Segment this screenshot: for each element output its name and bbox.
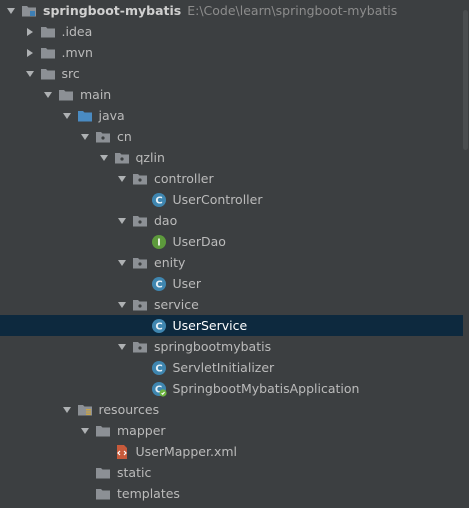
tree-item-dao[interactable]: dao xyxy=(0,210,469,231)
expand-down-arrow-icon[interactable] xyxy=(23,63,37,84)
tree-item-servletinitializer[interactable]: C ServletInitializer xyxy=(0,357,469,378)
tree-item-label: main xyxy=(80,87,112,102)
class-icon: C xyxy=(151,192,167,208)
tree-item-templates[interactable]: templates xyxy=(0,483,469,504)
tree-item-label: qzlin xyxy=(135,150,165,165)
tree-item-mapper[interactable]: mapper xyxy=(0,420,469,441)
expand-down-arrow-icon[interactable] xyxy=(78,420,92,441)
tree-item-label: controller xyxy=(154,171,214,186)
interface-icon: I xyxy=(151,234,167,250)
package-icon xyxy=(132,297,148,313)
tree-item-label: UserController xyxy=(172,192,263,207)
expand-down-arrow-icon[interactable] xyxy=(60,399,74,420)
tree-item-usercontroller[interactable]: C UserController xyxy=(0,189,469,210)
tree-item-user[interactable]: C User xyxy=(0,273,469,294)
tree-item-label: static xyxy=(117,465,152,480)
spring-boot-class-icon: C xyxy=(151,381,167,397)
expand-down-arrow-icon[interactable] xyxy=(41,84,55,105)
expand-down-arrow-icon[interactable] xyxy=(115,294,129,315)
package-icon xyxy=(132,213,148,229)
tree-item-enity[interactable]: enity xyxy=(0,252,469,273)
tree-item-label: src xyxy=(61,66,80,81)
tree-item-src[interactable]: src xyxy=(0,63,469,84)
tree-item-label: cn xyxy=(117,129,132,144)
tree-item-label: mapper xyxy=(117,423,166,438)
expand-down-arrow-icon[interactable] xyxy=(115,210,129,231)
tree-item-resources[interactable]: resources xyxy=(0,399,469,420)
tree-item-service[interactable]: service xyxy=(0,294,469,315)
folder-icon xyxy=(95,423,111,439)
module-folder-icon xyxy=(21,3,37,19)
tree-item-mvn[interactable]: .mvn xyxy=(0,42,469,63)
folder-icon xyxy=(40,66,56,82)
tree-item-label: resources xyxy=(98,402,160,417)
project-root-label: springboot-mybatis E:\Code\learn\springbo… xyxy=(43,0,397,21)
svg-text:C: C xyxy=(155,196,162,207)
tree-item-userservice[interactable]: C UserService xyxy=(0,315,469,336)
tree-item-controller[interactable]: controller xyxy=(0,168,469,189)
tree-item-label: UserMapper.xml xyxy=(135,444,238,459)
svg-text:I: I xyxy=(157,238,161,249)
tree-item-label: service xyxy=(154,297,199,312)
tree-item-label: ServletInitializer xyxy=(172,360,275,375)
tree-item-label: .idea xyxy=(61,24,93,39)
tree-item-label: enity xyxy=(154,255,186,270)
tree-item-idea[interactable]: .idea xyxy=(0,21,469,42)
folder-icon xyxy=(58,87,74,103)
tree-item-springboot-mybatis[interactable]: springboot-mybatis E:\Code\learn\springbo… xyxy=(0,0,469,21)
expand-down-arrow-icon[interactable] xyxy=(115,168,129,189)
tree-item-label: UserService xyxy=(172,318,248,333)
project-name: springboot-mybatis xyxy=(43,3,182,18)
class-icon: C xyxy=(151,276,167,292)
tree-item-label: templates xyxy=(117,486,180,501)
tree-item-label: springbootmybatis xyxy=(154,339,272,354)
expand-down-arrow-icon[interactable] xyxy=(4,0,18,21)
package-icon xyxy=(132,171,148,187)
tree-item-springbootmybatis[interactable]: springbootmybatis xyxy=(0,336,469,357)
scrollbar-thumb[interactable] xyxy=(463,10,468,150)
class-icon: C xyxy=(151,318,167,334)
expand-down-arrow-icon[interactable] xyxy=(78,126,92,147)
expand-down-arrow-icon[interactable] xyxy=(97,147,111,168)
svg-text:C: C xyxy=(155,322,162,333)
svg-text:C: C xyxy=(155,280,162,291)
tree-item-qzlin[interactable]: qzlin xyxy=(0,147,469,168)
package-icon xyxy=(114,150,130,166)
tree-item-main[interactable]: main xyxy=(0,84,469,105)
svg-text:C: C xyxy=(155,364,162,375)
tree-item-label: UserDao xyxy=(172,234,226,249)
expand-down-arrow-icon[interactable] xyxy=(115,336,129,357)
tree-item-label: .mvn xyxy=(61,45,93,60)
folder-icon xyxy=(40,45,56,61)
expand-down-arrow-icon[interactable] xyxy=(60,105,74,126)
tree-item-label: dao xyxy=(154,213,178,228)
project-path: E:\Code\learn\springboot-mybatis xyxy=(187,3,398,18)
source-folder-icon xyxy=(77,108,93,124)
tree-item-usermapper-xml[interactable]: UserMapper.xml xyxy=(0,441,469,462)
tree-item-label: SpringbootMybatisApplication xyxy=(172,381,360,396)
project-tree: springboot-mybatis E:\Code\learn\springbo… xyxy=(0,0,469,504)
tree-item-java[interactable]: java xyxy=(0,105,469,126)
tree-item-static[interactable]: static xyxy=(0,462,469,483)
tree-item-label: User xyxy=(172,276,202,291)
tree-item-label: java xyxy=(98,108,125,123)
package-icon xyxy=(95,129,111,145)
collapse-right-arrow-icon[interactable] xyxy=(23,21,37,42)
tree-item-springbootmybatisapplication[interactable]: C SpringbootMybatisApplication xyxy=(0,378,469,399)
xml-file-icon xyxy=(114,444,130,460)
resources-folder-icon xyxy=(77,402,93,418)
package-icon xyxy=(132,255,148,271)
vertical-scrollbar[interactable] xyxy=(463,0,469,500)
tree-item-userdao[interactable]: I UserDao xyxy=(0,231,469,252)
package-icon xyxy=(132,339,148,355)
expand-down-arrow-icon[interactable] xyxy=(115,252,129,273)
folder-icon xyxy=(40,24,56,40)
folder-icon xyxy=(95,465,111,481)
tree-item-cn[interactable]: cn xyxy=(0,126,469,147)
class-icon: C xyxy=(151,360,167,376)
collapse-right-arrow-icon[interactable] xyxy=(23,42,37,63)
